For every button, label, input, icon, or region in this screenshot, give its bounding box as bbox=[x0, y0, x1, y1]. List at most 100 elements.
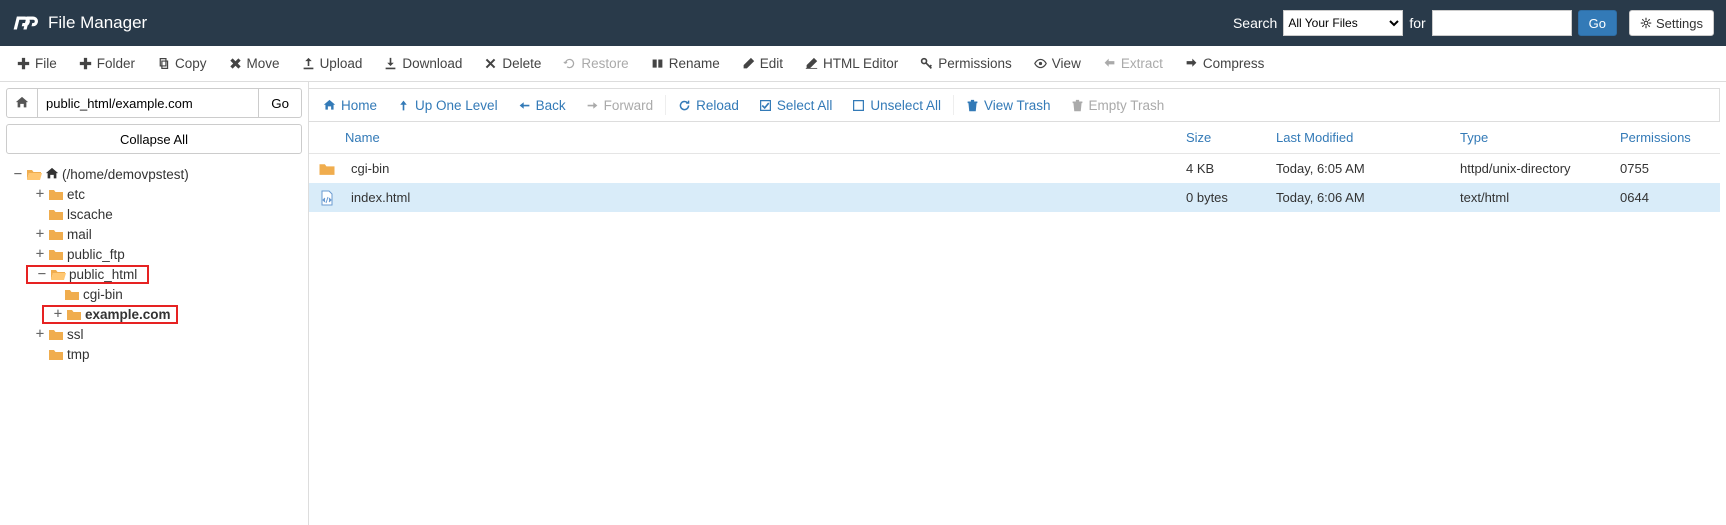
move-button[interactable]: Move bbox=[218, 46, 291, 82]
folder-icon bbox=[48, 347, 64, 361]
folder-icon bbox=[48, 227, 64, 241]
tree-root[interactable]: − (/home/demovpstest) bbox=[6, 164, 302, 184]
search-for-label: for bbox=[1409, 15, 1425, 31]
tree-item-public-ftp[interactable]: + public_ftp bbox=[6, 244, 302, 264]
file-row[interactable]: cgi-bin4 KBToday, 6:05 AMhttpd/unix-dire… bbox=[309, 154, 1720, 183]
file-grid: Name Size Last Modified Type Permissions… bbox=[309, 122, 1720, 525]
upload-button[interactable]: Upload bbox=[291, 46, 374, 82]
download-button[interactable]: Download bbox=[373, 46, 473, 82]
arrow-left-icon bbox=[518, 99, 531, 112]
tree-toggle-icon[interactable]: + bbox=[34, 227, 46, 241]
move-icon bbox=[229, 57, 242, 70]
grid-header-row: Name Size Last Modified Type Permissions bbox=[309, 122, 1720, 154]
select-all-button[interactable]: Select All bbox=[749, 90, 843, 120]
pencil-icon bbox=[742, 57, 755, 70]
main-toolbar: File Folder Copy Move Upload Download De… bbox=[0, 46, 1726, 82]
column-header-permissions[interactable]: Permissions bbox=[1620, 130, 1720, 145]
tree-item-ssl[interactable]: + ssl bbox=[6, 324, 302, 344]
tree-item-public-html[interactable]: − public_html bbox=[6, 264, 302, 284]
tree-item-lscache[interactable]: lscache bbox=[6, 204, 302, 224]
file-icon bbox=[309, 161, 345, 176]
file-type: text/html bbox=[1460, 190, 1620, 205]
home-icon bbox=[323, 99, 336, 112]
path-home-button[interactable] bbox=[6, 88, 38, 118]
home-button[interactable]: Home bbox=[313, 90, 387, 120]
rename-button[interactable]: Rename bbox=[640, 46, 731, 82]
extract-button: Extract bbox=[1092, 46, 1174, 82]
file-name: index.html bbox=[345, 190, 1186, 205]
tree-toggle-icon[interactable]: + bbox=[34, 327, 46, 341]
right-pane: Home Up One Level Back Forward Reload Se… bbox=[309, 82, 1726, 525]
column-header-modified[interactable]: Last Modified bbox=[1276, 130, 1460, 145]
settings-button[interactable]: Settings bbox=[1629, 10, 1714, 36]
search-scope-select[interactable]: All Your Files bbox=[1283, 10, 1403, 36]
left-pane: Go Collapse All − (/home/demovpstest) + … bbox=[0, 82, 309, 525]
folder-open-icon bbox=[26, 167, 42, 181]
delete-button[interactable]: Delete bbox=[473, 46, 552, 82]
file-name: cgi-bin bbox=[345, 161, 1186, 176]
back-button[interactable]: Back bbox=[508, 90, 576, 120]
navigation-toolbar: Home Up One Level Back Forward Reload Se… bbox=[309, 88, 1720, 122]
file-button[interactable]: File bbox=[6, 46, 68, 82]
separator bbox=[665, 95, 666, 115]
tree-item-cgi-bin[interactable]: cgi-bin bbox=[6, 284, 302, 304]
home-icon bbox=[45, 167, 59, 181]
tree-toggle-icon[interactable]: + bbox=[34, 247, 46, 261]
tree-toggle-icon[interactable]: − bbox=[36, 267, 48, 281]
cpanel-logo-icon bbox=[12, 10, 38, 36]
folder-button[interactable]: Folder bbox=[68, 46, 146, 82]
folder-open-icon bbox=[50, 267, 66, 281]
reload-button[interactable]: Reload bbox=[668, 90, 749, 120]
collapse-all-button[interactable]: Collapse All bbox=[6, 124, 302, 154]
trash-icon bbox=[1071, 99, 1084, 112]
settings-label: Settings bbox=[1656, 16, 1703, 31]
file-type: httpd/unix-directory bbox=[1460, 161, 1620, 176]
tree-root-label: (/home/demovpstest) bbox=[62, 167, 189, 182]
permissions-button[interactable]: Permissions bbox=[909, 46, 1023, 82]
tree-toggle-icon[interactable]: + bbox=[52, 307, 64, 321]
folder-icon bbox=[66, 307, 82, 321]
folder-icon bbox=[48, 247, 64, 261]
copy-icon bbox=[157, 57, 170, 70]
edit-button[interactable]: Edit bbox=[731, 46, 794, 82]
checkbox-checked-icon bbox=[759, 99, 772, 112]
reload-icon bbox=[678, 99, 691, 112]
extract-icon bbox=[1103, 57, 1116, 70]
tree-toggle-icon[interactable]: − bbox=[12, 167, 24, 181]
x-icon bbox=[484, 57, 497, 70]
search-go-button[interactable]: Go bbox=[1578, 10, 1617, 36]
file-size: 0 bytes bbox=[1186, 190, 1276, 205]
tree-item-mail[interactable]: + mail bbox=[6, 224, 302, 244]
home-icon bbox=[15, 96, 29, 110]
file-modified: Today, 6:06 AM bbox=[1276, 190, 1460, 205]
folder-icon bbox=[48, 187, 64, 201]
compress-button[interactable]: Compress bbox=[1174, 46, 1276, 82]
restore-button: Restore bbox=[552, 46, 639, 82]
tree-toggle-icon[interactable]: + bbox=[34, 187, 46, 201]
tree-item-etc[interactable]: + etc bbox=[6, 184, 302, 204]
forward-button: Forward bbox=[576, 90, 664, 120]
up-one-level-button[interactable]: Up One Level bbox=[387, 90, 508, 120]
path-input[interactable] bbox=[38, 88, 258, 118]
tree-item-tmp[interactable]: tmp bbox=[6, 344, 302, 364]
unselect-all-button[interactable]: Unselect All bbox=[842, 90, 951, 120]
search-area: Search All Your Files for Go Settings bbox=[1233, 10, 1714, 36]
top-bar: File Manager Search All Your Files for G… bbox=[0, 0, 1726, 46]
search-input[interactable] bbox=[1432, 10, 1572, 36]
eye-icon bbox=[1034, 57, 1047, 70]
file-modified: Today, 6:05 AM bbox=[1276, 161, 1460, 176]
path-go-button[interactable]: Go bbox=[258, 88, 302, 118]
copy-button[interactable]: Copy bbox=[146, 46, 218, 82]
file-row[interactable]: index.html0 bytesToday, 6:06 AMtext/html… bbox=[309, 183, 1720, 212]
column-header-name[interactable]: Name bbox=[345, 130, 1186, 145]
column-header-size[interactable]: Size bbox=[1186, 130, 1276, 145]
tree-item-example[interactable]: + example.com bbox=[6, 304, 302, 324]
folder-icon bbox=[64, 287, 80, 301]
column-header-type[interactable]: Type bbox=[1460, 130, 1620, 145]
html-editor-button[interactable]: HTML Editor bbox=[794, 46, 909, 82]
view-trash-button[interactable]: View Trash bbox=[956, 90, 1061, 120]
checkbox-icon bbox=[852, 99, 865, 112]
arrow-right-icon bbox=[586, 99, 599, 112]
view-button[interactable]: View bbox=[1023, 46, 1092, 82]
download-icon bbox=[384, 57, 397, 70]
